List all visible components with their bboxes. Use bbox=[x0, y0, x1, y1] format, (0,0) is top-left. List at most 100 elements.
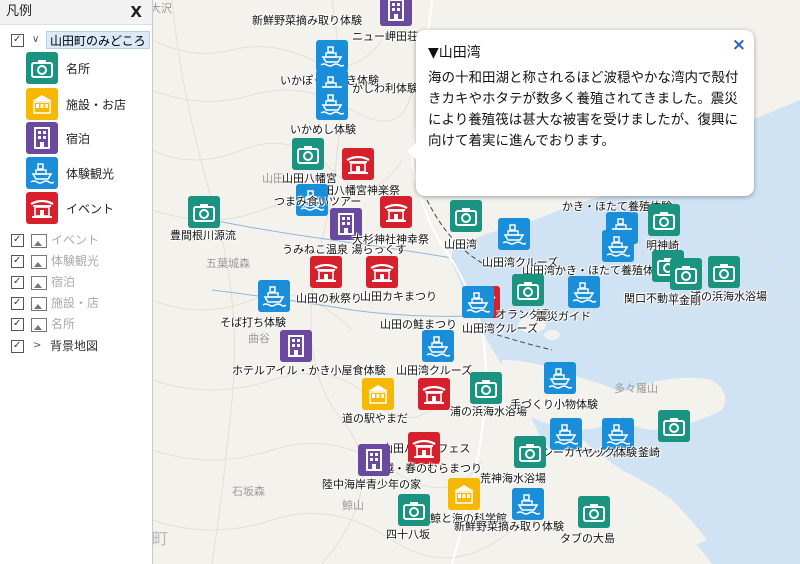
poi-marker-building[interactable] bbox=[448, 478, 480, 510]
chevron-right-icon[interactable]: > bbox=[33, 336, 41, 356]
place-name: 石坂森 bbox=[232, 485, 265, 498]
poi-label[interactable]: ヤック体験 bbox=[582, 444, 637, 460]
poi-label[interactable]: 山田の秋祭り bbox=[296, 290, 362, 306]
poi-label[interactable]: 荒神海水浴場 bbox=[480, 470, 546, 486]
poi-label[interactable]: つまみ食いツアー bbox=[274, 193, 361, 209]
layer-checkbox[interactable] bbox=[11, 30, 24, 50]
sublayer-checkbox[interactable] bbox=[11, 251, 24, 271]
popup-body: 海の十和田湖と称されるほど波穏やかな湾内で殻付きカキやホタテが数多く養殖されてき… bbox=[428, 70, 739, 149]
image-icon bbox=[31, 255, 47, 269]
poi-marker-shrine[interactable] bbox=[418, 378, 450, 410]
poi-label[interactable]: 豊間根川源流 bbox=[170, 227, 236, 243]
poi-marker-camera[interactable] bbox=[670, 258, 702, 290]
sublayer-checkbox[interactable] bbox=[11, 293, 24, 313]
poi-marker-boat[interactable] bbox=[512, 488, 544, 520]
poi-label[interactable]: 新鮮野菜摘み取り体験 bbox=[252, 12, 362, 28]
popup-tail bbox=[407, 142, 417, 160]
image-icon bbox=[31, 276, 47, 290]
poi-label[interactable]: 震災ガイド bbox=[536, 308, 591, 324]
poi-label[interactable]: タブの大島 bbox=[560, 530, 615, 546]
poi-marker-boat[interactable] bbox=[316, 40, 348, 72]
base-map-row[interactable]: > 背景地図 bbox=[0, 336, 152, 356]
poi-marker-boat[interactable] bbox=[422, 330, 454, 362]
base-map-label: 背景地図 bbox=[50, 339, 99, 353]
poi-marker-camera[interactable] bbox=[470, 372, 502, 404]
poi-marker-boat[interactable] bbox=[498, 218, 530, 250]
poi-marker-boat[interactable] bbox=[544, 362, 576, 394]
poi-marker-camera[interactable] bbox=[514, 436, 546, 468]
poi-marker-boat[interactable] bbox=[602, 230, 634, 262]
sublayer-label: 名所 bbox=[51, 317, 76, 331]
sublayer-checkbox[interactable] bbox=[11, 272, 24, 292]
poi-label[interactable]: ニュー岬田荘 bbox=[352, 28, 418, 44]
poi-label[interactable]: 山田湾クルーズ bbox=[396, 362, 472, 378]
poi-marker-building[interactable] bbox=[362, 378, 394, 410]
poi-marker-camera[interactable] bbox=[658, 410, 690, 442]
poi-label[interactable]: 平金剛 bbox=[668, 292, 701, 308]
poi-marker-boat[interactable] bbox=[462, 286, 494, 318]
poi-marker-shrine[interactable] bbox=[366, 256, 398, 288]
poi-marker-camera[interactable] bbox=[188, 196, 220, 228]
poi-marker-boat[interactable] bbox=[316, 88, 348, 120]
poi-marker-camera[interactable] bbox=[578, 496, 610, 528]
sublayer-label: 宿泊 bbox=[51, 275, 76, 289]
place-name: 鯨山 bbox=[342, 499, 364, 512]
legend-title: 凡例 bbox=[6, 4, 33, 19]
place-name: 五葉城森 bbox=[206, 257, 250, 270]
poi-label[interactable]: 新鮮野菜摘み取り体験 bbox=[454, 518, 564, 534]
poi-label[interactable]: 道の駅やまだ bbox=[342, 410, 408, 426]
popup-close-button[interactable]: × bbox=[732, 35, 746, 55]
sublayer-row[interactable]: 体験観光 bbox=[0, 251, 152, 271]
popup-title: ▼山田湾 bbox=[428, 45, 481, 61]
poi-label[interactable]: 浦の浜海水浴場 bbox=[690, 288, 767, 304]
image-icon bbox=[31, 318, 47, 332]
poi-marker-camera[interactable] bbox=[292, 138, 324, 170]
layer-name[interactable]: 山田町のみどころ bbox=[46, 31, 150, 49]
place-name: 大槌町 bbox=[152, 529, 169, 548]
poi-marker-camera[interactable] bbox=[450, 200, 482, 232]
shrine-icon bbox=[26, 192, 58, 224]
poi-label[interactable]: 手づくり小物体験 bbox=[510, 396, 598, 412]
poi-marker-camera[interactable] bbox=[512, 274, 544, 306]
sublayer-row[interactable]: 施設・店 bbox=[0, 293, 152, 313]
poi-marker-shrine[interactable] bbox=[380, 196, 412, 228]
poi-label[interactable]: 山田湾 bbox=[444, 236, 477, 252]
poi-marker-hotel[interactable] bbox=[380, 0, 412, 26]
hotel-icon bbox=[26, 122, 58, 154]
sublayer-checkbox[interactable] bbox=[11, 230, 24, 250]
boat-icon bbox=[26, 157, 58, 189]
legend-close-button[interactable]: X bbox=[130, 0, 142, 24]
poi-label[interactable]: 山田カキまつり bbox=[360, 288, 437, 304]
poi-label[interactable]: そば打ち体験 bbox=[220, 314, 286, 330]
poi-marker-hotel[interactable] bbox=[358, 444, 390, 476]
legend-item-label: 名所 bbox=[66, 62, 91, 76]
poi-marker-shrine[interactable] bbox=[310, 256, 342, 288]
sublayer-label: 体験観光 bbox=[51, 254, 100, 268]
sublayer-label: 施設・店 bbox=[51, 296, 100, 310]
sublayer-row[interactable]: イベント bbox=[0, 230, 152, 250]
poi-marker-boat[interactable] bbox=[568, 276, 600, 308]
poi-label[interactable]: いかめし体験 bbox=[290, 121, 356, 137]
sublayer-row[interactable]: 宿泊 bbox=[0, 272, 152, 292]
poi-label[interactable]: 大杉神社神幸祭 bbox=[352, 231, 429, 247]
poi-label[interactable]: 山田湾クルーズ bbox=[462, 320, 538, 336]
legend-header: 凡例 X bbox=[0, 0, 152, 25]
poi-marker-camera[interactable] bbox=[708, 256, 740, 288]
legend-item-label: 体験観光 bbox=[66, 167, 115, 181]
base-map-checkbox[interactable] bbox=[11, 336, 24, 356]
poi-label[interactable]: 四十八坂 bbox=[386, 526, 430, 542]
poi-label[interactable]: 釜崎 bbox=[638, 444, 660, 460]
poi-marker-camera[interactable] bbox=[648, 204, 680, 236]
poi-marker-hotel[interactable] bbox=[280, 330, 312, 362]
poi-marker-camera[interactable] bbox=[398, 494, 430, 526]
sublayer-row[interactable]: 名所 bbox=[0, 314, 152, 334]
poi-marker-shrine[interactable] bbox=[342, 148, 374, 180]
poi-label[interactable]: 陸中海岸青少年の家 bbox=[322, 476, 421, 492]
legend-item-label: イベント bbox=[66, 202, 115, 216]
camera-icon bbox=[26, 52, 58, 84]
poi-label[interactable]: かしわ利体験 bbox=[352, 80, 418, 96]
poi-marker-boat[interactable] bbox=[258, 280, 290, 312]
chevron-down-icon[interactable]: ∨ bbox=[32, 30, 39, 50]
poi-label[interactable]: ホテルアイル・かき小屋食体験 bbox=[232, 362, 385, 378]
sublayer-checkbox[interactable] bbox=[11, 314, 24, 334]
